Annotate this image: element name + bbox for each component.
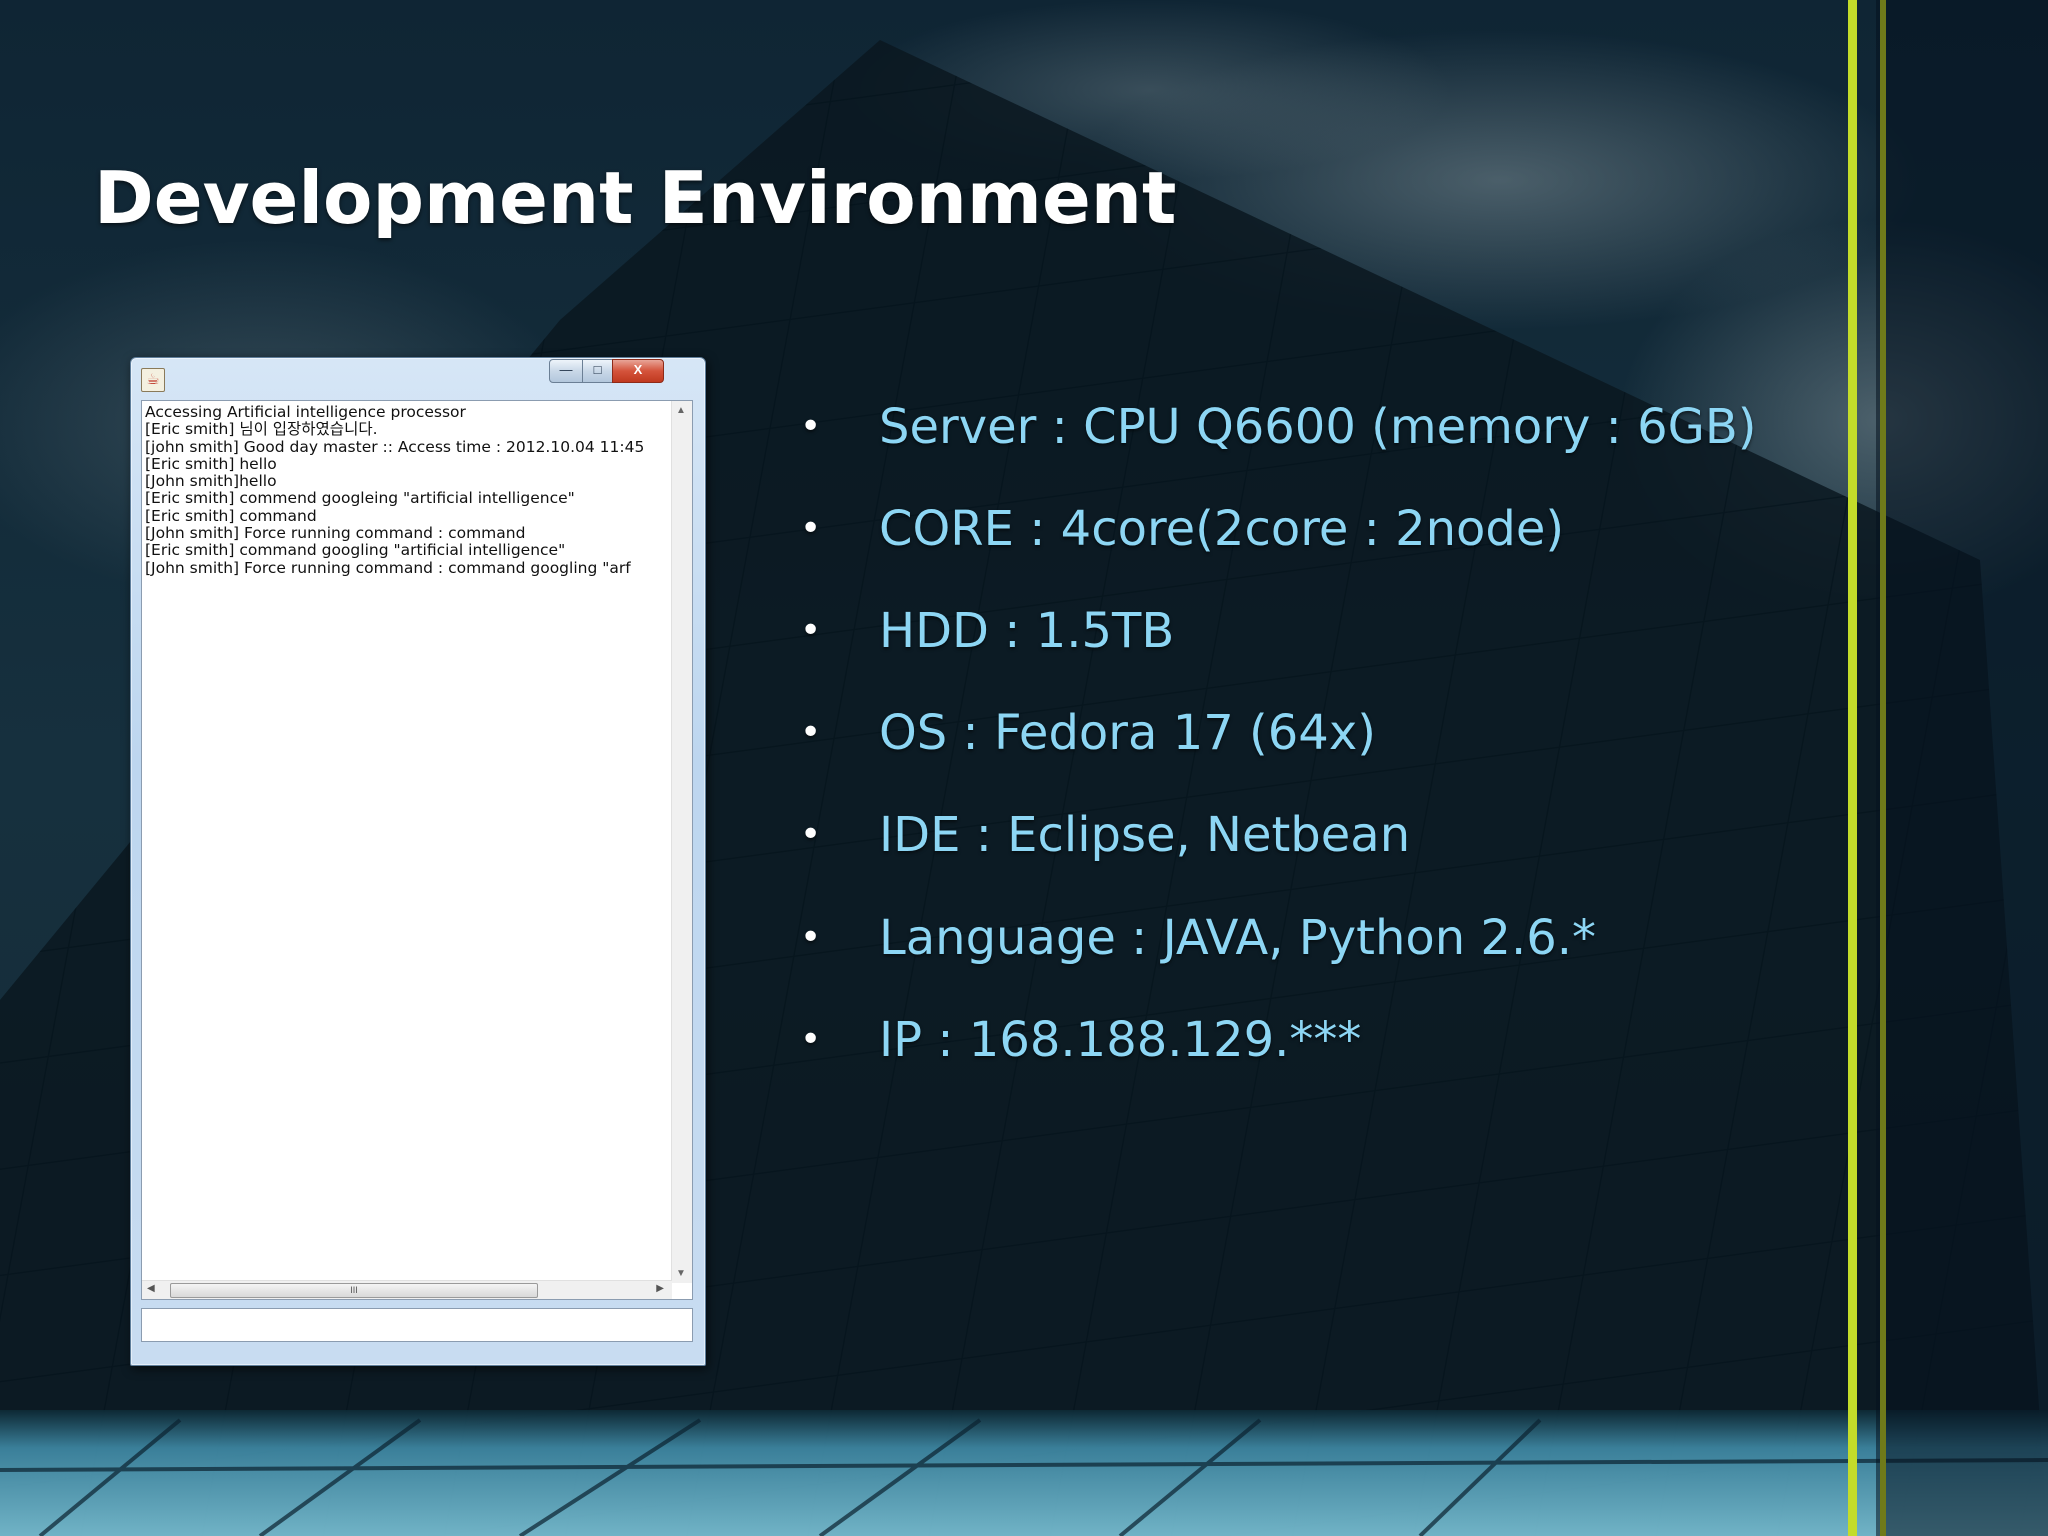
log-line: [john smith] Good day master :: Access t… bbox=[145, 437, 645, 456]
slide-title: Development Environment bbox=[94, 156, 1177, 240]
log-line: [Eric smith] command googling "artificia… bbox=[145, 541, 566, 560]
log-line: [John smith] Force running command : com… bbox=[145, 558, 631, 577]
spec-text: CORE : 4core(2core : 2node) bbox=[879, 501, 1565, 557]
bullet-icon: • bbox=[800, 712, 822, 753]
log-line: [John smith]hello bbox=[145, 472, 277, 491]
scroll-right-arrow-icon[interactable]: ▶ bbox=[656, 1283, 664, 1294]
java-cup-icon: ☕ bbox=[141, 368, 165, 392]
minimize-button[interactable]: — bbox=[549, 359, 583, 383]
chat-log-area[interactable]: Accessing Artificial intelligence proces… bbox=[141, 400, 693, 1300]
spec-item-ip: • IP : 168.188.129.*** bbox=[800, 1005, 1850, 1075]
spec-text: OS : Fedora 17 (64x) bbox=[879, 705, 1376, 761]
log-line: [Eric smith] commend googleing "artifici… bbox=[145, 489, 575, 508]
chat-message-input[interactable] bbox=[141, 1308, 693, 1342]
spec-item-core: • CORE : 4core(2core : 2node) bbox=[800, 494, 1850, 564]
log-line: Accessing Artificial intelligence proces… bbox=[145, 404, 466, 421]
scroll-down-arrow-icon[interactable]: ▼ bbox=[676, 1268, 686, 1279]
log-line: [Eric smith] command bbox=[145, 506, 317, 525]
spec-item-ide: • IDE : Eclipse, Netbean bbox=[800, 800, 1850, 870]
window-titlebar[interactable]: ☕ — □ X bbox=[131, 358, 705, 398]
scroll-up-arrow-icon[interactable]: ▲ bbox=[676, 405, 686, 416]
spec-item-os: • OS : Fedora 17 (64x) bbox=[800, 698, 1850, 768]
bullet-icon: • bbox=[800, 610, 822, 651]
maximize-button[interactable]: □ bbox=[582, 359, 613, 383]
bullet-icon: • bbox=[800, 508, 822, 549]
vertical-scrollbar[interactable]: ▲ ▼ bbox=[671, 401, 692, 1283]
spec-text: IDE : Eclipse, Netbean bbox=[879, 807, 1411, 863]
bullet-icon: • bbox=[800, 1019, 822, 1060]
spec-text: IP : 168.188.129.*** bbox=[879, 1012, 1362, 1068]
horizontal-scroll-thumb[interactable]: III bbox=[170, 1283, 538, 1298]
horizontal-scrollbar[interactable]: ◀ III ▶ bbox=[142, 1280, 672, 1299]
spec-text: Server : CPU Q6600 (memory : 6GB) bbox=[879, 399, 1757, 455]
chat-log: Accessing Artificial intelligence proces… bbox=[145, 404, 667, 1284]
bullet-icon: • bbox=[800, 814, 822, 855]
accent-stripe bbox=[1848, 0, 1857, 1536]
log-line: [Eric smith] 님이 입장하였습니다. bbox=[145, 420, 378, 439]
spec-item-hdd: • HDD : 1.5TB bbox=[800, 596, 1850, 666]
spec-text: Language : JAVA, Python 2.6.* bbox=[879, 910, 1596, 966]
bullet-icon: • bbox=[800, 406, 822, 447]
chat-client-window[interactable]: ☕ — □ X Accessing Artificial intelligenc… bbox=[130, 357, 706, 1366]
close-button[interactable]: X bbox=[612, 359, 664, 383]
slide: Development Environment ☕ — □ X Accessin… bbox=[0, 0, 2048, 1536]
log-line: [John smith] Force running command : com… bbox=[145, 524, 526, 543]
spec-text: HDD : 1.5TB bbox=[879, 603, 1175, 659]
spec-item-server: • Server : CPU Q6600 (memory : 6GB) bbox=[800, 392, 1850, 462]
scroll-left-arrow-icon[interactable]: ◀ bbox=[147, 1283, 155, 1294]
spec-item-language: • Language : JAVA, Python 2.6.* bbox=[800, 903, 1850, 973]
bullet-icon: • bbox=[800, 917, 822, 958]
log-line: [Eric smith] hello bbox=[145, 454, 277, 473]
